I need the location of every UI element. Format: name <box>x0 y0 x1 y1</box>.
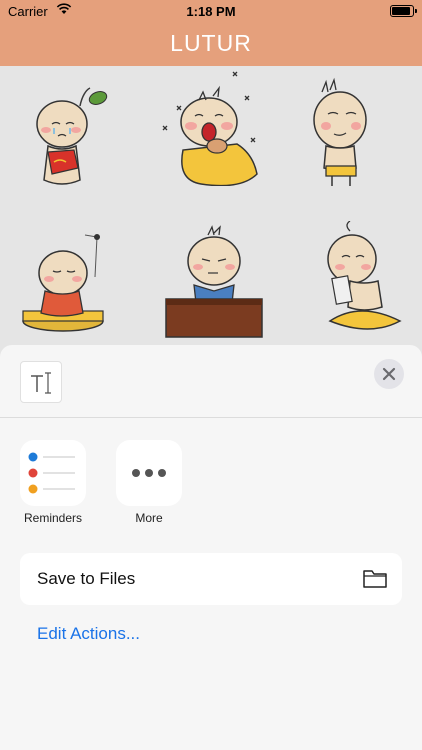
reminders-label: Reminders <box>23 511 83 525</box>
save-to-files-label: Save to Files <box>37 569 136 588</box>
share-sheet: Reminders More Save to Files Edit Action… <box>0 345 422 750</box>
battery-icon <box>390 5 414 17</box>
baby-eating-on-cushion-sticker[interactable] <box>310 221 420 341</box>
reminders-icon <box>28 452 75 494</box>
edit-actions-link[interactable]: Edit Actions... <box>37 624 140 644</box>
more-button[interactable] <box>116 440 182 506</box>
more-label: More <box>135 511 163 525</box>
status-bar: Carrier 1:18 PM <box>0 0 422 22</box>
close-button[interactable] <box>374 359 404 389</box>
yawning-baby-on-pillow-sticker[interactable] <box>155 66 265 186</box>
nav-bar: LUTUR <box>0 22 422 66</box>
folder-icon <box>363 570 387 588</box>
page-title: LUTUR <box>170 30 252 56</box>
crying-baby-holding-envelope-sticker[interactable] <box>20 76 130 196</box>
baby-reading-book-at-desk-sticker[interactable] <box>158 221 268 341</box>
text-file-preview <box>20 361 62 403</box>
close-icon <box>382 367 396 381</box>
sheet-divider <box>0 417 422 418</box>
sticker-grid <box>0 66 422 356</box>
smirking-baby-standing-sticker[interactable] <box>300 76 410 196</box>
clock: 1:18 PM <box>186 4 236 19</box>
battery-tip <box>415 9 417 13</box>
text-cursor-icon <box>31 372 51 394</box>
reminders-app-button[interactable] <box>20 440 86 506</box>
more-icon <box>132 469 166 477</box>
save-to-files-button[interactable]: Save to Files <box>20 553 402 605</box>
sad-baby-on-cushion-sticker[interactable] <box>5 221 115 341</box>
